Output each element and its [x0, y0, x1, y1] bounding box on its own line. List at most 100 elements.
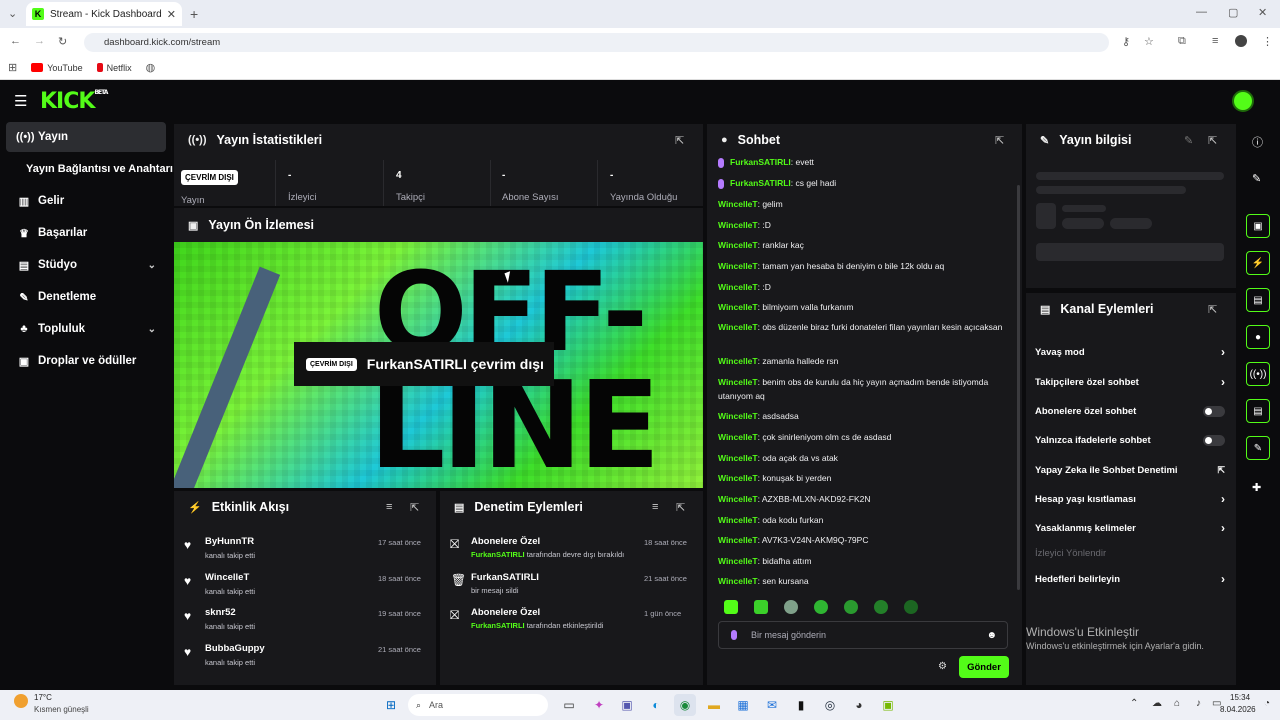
chat-username[interactable]: WincelleT: [718, 377, 758, 387]
chat-username[interactable]: FurkanSATIRLI: [730, 157, 791, 167]
channel-action-item[interactable]: Yasaklanmış kelimeler ›: [1035, 516, 1225, 540]
sidebar-item-revenue[interactable]: ▥ Gelir: [6, 186, 166, 216]
filter-icon[interactable]: ≡: [386, 501, 392, 513]
channel-action-item[interactable]: Hedefleri belirleyin ›: [1035, 567, 1225, 591]
send-button[interactable]: Gönder: [959, 656, 1009, 678]
rail-wrench-button[interactable]: ✎: [1246, 436, 1270, 460]
popout-icon[interactable]: ⇱: [1208, 303, 1217, 316]
chat-scrollbar[interactable]: [1017, 185, 1020, 590]
profile-avatar[interactable]: [1235, 35, 1247, 47]
filter-icon[interactable]: ≡: [652, 501, 658, 513]
chat-username[interactable]: FurkanSATIRLI: [730, 178, 791, 188]
popout-icon[interactable]: ⇱: [1208, 134, 1217, 147]
chat-username[interactable]: WincelleT: [718, 356, 758, 366]
channel-action-item[interactable]: Takipçilere özel sohbet ›: [1035, 370, 1225, 394]
apps-grid-icon[interactable]: ⊞: [8, 61, 17, 74]
settings-gear-icon[interactable]: ⚙: [938, 661, 947, 672]
bookmark-youtube[interactable]: YouTube: [31, 63, 83, 73]
tab-list-icon[interactable]: ⌄: [8, 7, 17, 20]
chat-input[interactable]: Bir mesaj gönderin ☻: [718, 621, 1008, 649]
emote-icon[interactable]: [724, 600, 738, 614]
tray-chevron-icon[interactable]: ⌃: [1130, 698, 1138, 709]
activity-user[interactable]: sknr52: [205, 607, 236, 618]
emote-icon[interactable]: [904, 600, 918, 614]
chat-username[interactable]: WincelleT: [718, 556, 758, 566]
channel-action-item[interactable]: Hesap yaşı kısıtlaması ›: [1035, 487, 1225, 511]
toggle-switch[interactable]: [1203, 434, 1225, 446]
chat-username[interactable]: WincelleT: [718, 473, 758, 483]
rail-document-button[interactable]: ▤: [1246, 288, 1270, 312]
extensions-icon[interactable]: ⧉: [1178, 35, 1186, 48]
clock-time[interactable]: 15:34: [1230, 693, 1250, 702]
edit-pencil-icon[interactable]: ✎: [1184, 134, 1193, 147]
sidebar-item-drops[interactable]: ▣ Droplar ve ödüller: [6, 346, 166, 376]
chrome-icon[interactable]: ◉: [674, 694, 696, 716]
teams-icon[interactable]: ▣: [616, 694, 638, 716]
chat-username[interactable]: WincelleT: [718, 302, 758, 312]
edge-icon[interactable]: ◐: [645, 694, 667, 716]
chat-username[interactable]: WincelleT: [718, 322, 758, 332]
obs-icon[interactable]: ◕: [848, 694, 870, 716]
sidebar-item-achievements[interactable]: ♛ Başarılar: [6, 218, 166, 248]
maximize-icon[interactable]: ▢: [1228, 6, 1238, 19]
key-icon[interactable]: ⚷: [1122, 35, 1130, 48]
chat-username[interactable]: WincelleT: [718, 240, 758, 250]
sidebar-item-stream[interactable]: ((•)) Yayın: [6, 122, 166, 152]
rail-preview-button[interactable]: ▣: [1246, 214, 1270, 238]
network-icon[interactable]: ⌂: [1174, 698, 1180, 709]
chat-username[interactable]: WincelleT: [718, 432, 758, 442]
channel-action-item[interactable]: Abonelere özel sohbet: [1035, 399, 1225, 423]
store-icon[interactable]: ▦: [732, 694, 754, 716]
hamburger-menu-icon[interactable]: ☰: [14, 92, 27, 110]
bookmark-star-icon[interactable]: ☆: [1144, 35, 1154, 48]
rail-actions-button[interactable]: ▤: [1246, 399, 1270, 423]
mic-icon[interactable]: [731, 630, 737, 640]
chat-username[interactable]: WincelleT: [718, 261, 758, 271]
clock-date[interactable]: 8.04.2026: [1220, 705, 1256, 714]
forward-icon[interactable]: →: [34, 35, 45, 47]
chat-username[interactable]: WincelleT: [718, 515, 758, 525]
bookmark-netflix[interactable]: Netflix: [96, 63, 132, 73]
sidebar-item-stream-key[interactable]: Yayın Bağlantısı ve Anahtarı: [6, 154, 176, 184]
close-tab-icon[interactable]: ✕: [167, 8, 176, 21]
emote-icon[interactable]: [874, 600, 888, 614]
sidebar-item-community[interactable]: ♣ Topluluk ⌄: [6, 314, 166, 344]
kick-logo[interactable]: KICKBETA: [40, 89, 108, 114]
steam-icon[interactable]: ◎: [819, 694, 841, 716]
activity-user[interactable]: ByHunnTR: [205, 536, 254, 547]
moderation-user[interactable]: FurkanSATIRLI: [471, 621, 525, 630]
channel-action-item[interactable]: Yalnızca ifadelerle sohbet: [1035, 428, 1225, 452]
emote-icon[interactable]: [784, 600, 798, 614]
weather-icon[interactable]: [14, 694, 28, 708]
new-tab-icon[interactable]: +: [190, 6, 198, 22]
popout-icon[interactable]: ⇱: [995, 134, 1004, 147]
rail-broadcast-button[interactable]: ((•)): [1246, 362, 1270, 386]
popout-icon[interactable]: ⇱: [410, 501, 419, 514]
emoji-icon[interactable]: ☻: [986, 630, 997, 641]
url-input[interactable]: dashboard.kick.com/stream: [84, 33, 1109, 52]
moderation-action[interactable]: FurkanSATIRLI: [471, 572, 539, 583]
chat-username[interactable]: WincelleT: [718, 494, 758, 504]
task-view-icon[interactable]: ▭: [558, 694, 580, 716]
edit-icon[interactable]: ✎: [1252, 172, 1261, 185]
copilot-icon[interactable]: ✦: [588, 694, 610, 716]
chat-username[interactable]: WincelleT: [718, 535, 758, 545]
toggle-switch[interactable]: [1203, 405, 1225, 417]
windows-start-icon[interactable]: ⊞: [380, 694, 402, 716]
chat-username[interactable]: WincelleT: [718, 411, 758, 421]
back-icon[interactable]: ←: [10, 35, 21, 47]
taskbar-search[interactable]: ⌕ Ara: [408, 694, 548, 716]
notification-icon[interactable]: ◔: [1264, 698, 1270, 709]
chat-username[interactable]: WincelleT: [718, 220, 758, 230]
volume-icon[interactable]: ♪: [1196, 698, 1201, 709]
browser-tab[interactable]: K Stream - Kick Dashboard ✕: [26, 2, 182, 26]
epic-games-icon[interactable]: ▮: [790, 694, 812, 716]
emote-icon[interactable]: [814, 600, 828, 614]
info-icon[interactable]: ⓘ: [1252, 134, 1263, 150]
add-widget-icon[interactable]: ✚: [1252, 481, 1261, 494]
emote-icon[interactable]: [844, 600, 858, 614]
chat-username[interactable]: WincelleT: [718, 576, 758, 586]
moderation-user[interactable]: FurkanSATIRLI: [471, 550, 525, 559]
close-window-icon[interactable]: ✕: [1258, 6, 1267, 19]
rail-chat-button[interactable]: ●: [1246, 325, 1270, 349]
